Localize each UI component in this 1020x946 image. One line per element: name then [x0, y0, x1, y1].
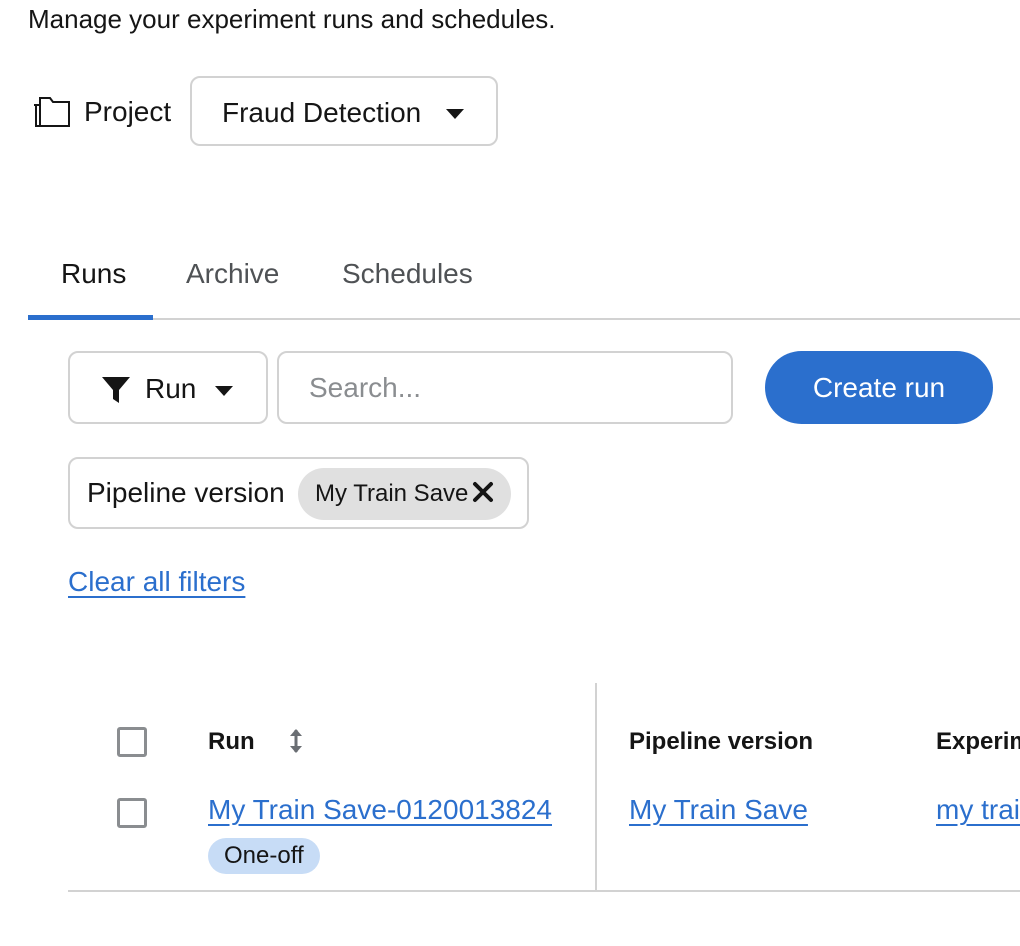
sort-icon[interactable] — [286, 727, 306, 755]
page-subtitle: Manage your experiment runs and schedule… — [28, 4, 556, 34]
tabs-bar: Runs Archive Schedules — [28, 240, 1020, 320]
folder-icon — [32, 95, 72, 129]
project-label: Project — [84, 96, 172, 127]
active-tab-indicator — [28, 315, 153, 320]
filter-chip: My Train Save — [298, 468, 511, 520]
row-checkbox[interactable] — [117, 798, 147, 828]
search-input[interactable] — [277, 351, 733, 424]
project-dropdown-value: Fraud Detection — [222, 97, 422, 128]
run-name-link[interactable]: My Train Save-0120013824 — [208, 794, 552, 826]
tab-runs[interactable]: Runs — [61, 258, 126, 290]
clear-all-filters-link[interactable]: Clear all filters — [68, 566, 245, 598]
column-header-pipeline-version[interactable]: Pipeline version — [629, 728, 813, 756]
filter-chip-label: My Train Save — [315, 480, 469, 507]
column-header-experiment[interactable]: Experiment — [936, 728, 1020, 756]
tab-schedules[interactable]: Schedules — [342, 258, 473, 290]
run-type-badge: One-off — [208, 838, 320, 874]
pipeline-version-link[interactable]: My Train Save — [629, 794, 808, 826]
close-icon[interactable] — [472, 481, 494, 503]
column-divider — [595, 683, 597, 891]
filter-icon — [101, 375, 131, 405]
filter-chip-group: Pipeline version My Train Save — [68, 457, 529, 529]
filter-attribute-dropdown[interactable]: Run — [68, 351, 268, 424]
create-run-button[interactable]: Create run — [765, 351, 993, 424]
chip-group-category: Pipeline version — [87, 477, 285, 508]
filter-attribute-label: Run — [145, 373, 197, 404]
project-selector-row: Project Fraud Detection — [32, 76, 512, 148]
caret-down-icon — [215, 386, 233, 396]
project-dropdown[interactable]: Fraud Detection — [190, 76, 498, 146]
table-row-divider — [68, 890, 1020, 892]
column-header-run[interactable]: Run — [208, 728, 255, 756]
select-all-checkbox[interactable] — [117, 727, 147, 757]
experiment-link[interactable]: my train — [936, 794, 1020, 826]
caret-down-icon — [446, 109, 464, 119]
tab-archive[interactable]: Archive — [186, 258, 279, 290]
